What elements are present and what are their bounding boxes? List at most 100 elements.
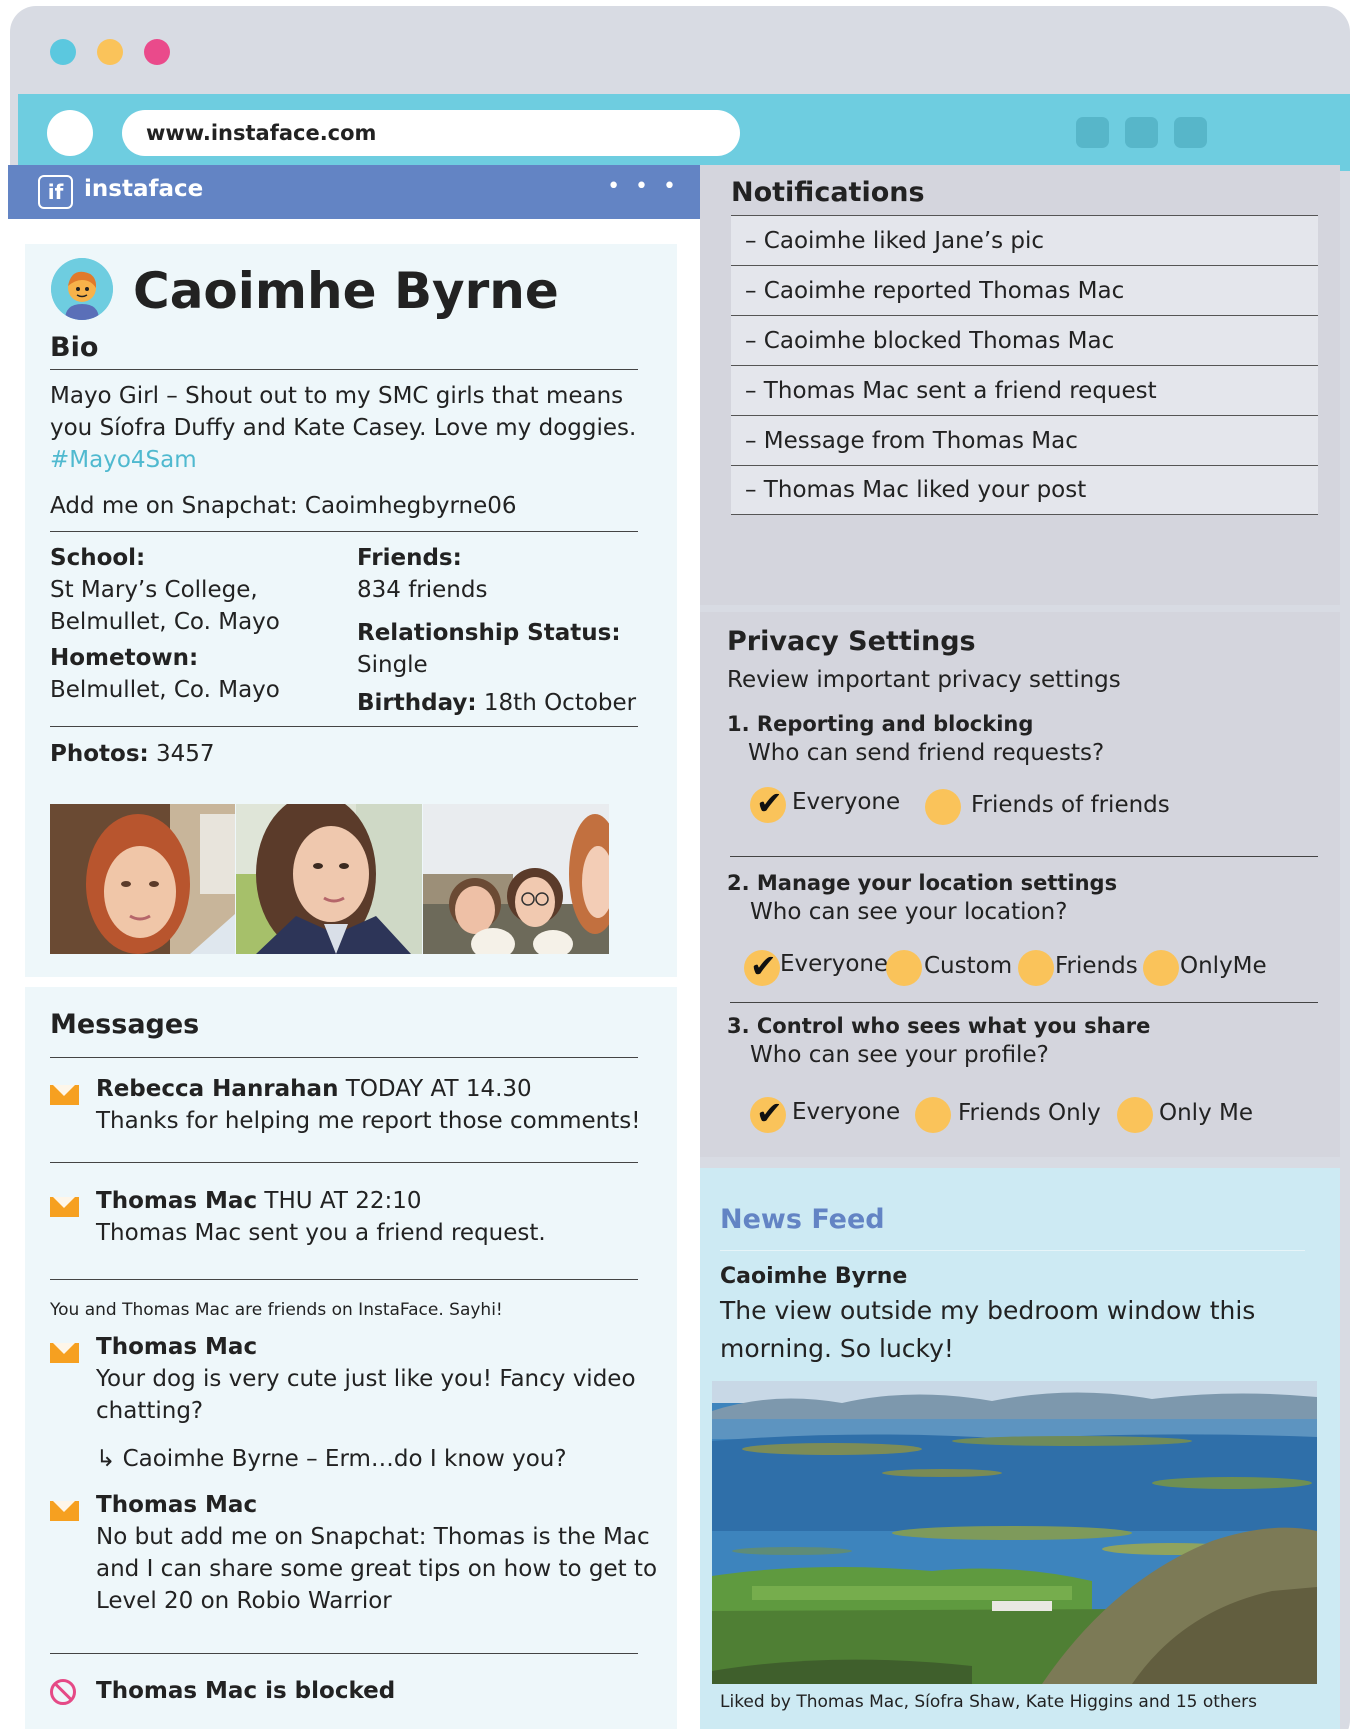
messages-heading: Messages [50,1009,200,1040]
radio-label: Friends of friends [971,792,1170,818]
logo-text: if [47,180,64,204]
notification-item[interactable]: – Thomas Mac liked your post [731,465,1318,515]
post-photo[interactable] [712,1381,1317,1684]
profile-card: Caoimhe Byrne Bio Mayo Girl – Shout out … [25,244,677,977]
message-text: and I can share some great tips on how t… [96,1556,658,1582]
site-logo-icon[interactable]: if [38,175,73,209]
message-sender: Rebecca Hanrahan [96,1076,339,1102]
mail-icon [50,1343,79,1363]
divider [50,1653,638,1654]
messages-panel: Messages Rebecca Hanrahan TODAY AT 14.30… [25,987,677,1729]
relationship-label: Relationship Status: [357,620,621,646]
message-reply[interactable]: ↳ Caoimhe Byrne – Erm…do I know you? [96,1443,567,1475]
divider [50,726,638,727]
window-dot-icon[interactable] [144,39,170,65]
toolbar-button[interactable] [1125,117,1158,148]
birthday-value: 18th October [483,690,637,716]
bio-heading: Bio [50,332,99,363]
left-column: if instaface • • • Caoimhe Byrne Bio May… [8,165,700,1729]
radio-everyone[interactable]: ✔ [750,1094,786,1133]
radio-label: Everyone [792,789,901,815]
relationship-value: Single [357,652,428,678]
checkmark-icon: ✔ [750,947,777,985]
radio-everyone[interactable]: ✔ [744,947,780,986]
more-menu-icon[interactable]: • • • [607,174,680,199]
checkmark-icon: ✔ [756,1094,783,1132]
radio-only-me[interactable] [1143,950,1179,986]
nav-button[interactable] [47,110,93,156]
hashtag-link[interactable]: #Mayo4Sam [50,444,636,476]
notifications-heading: Notifications [731,177,925,208]
hometown-label: Hometown: [50,645,199,671]
birthday-info: Birthday: 18th October [357,687,636,719]
radio-friends[interactable] [1018,950,1054,986]
radio-label: Custom [924,953,1013,979]
bio-line: you Síofra Duffy and Kate Casey. Love my… [50,415,637,441]
post-author[interactable]: Caoimhe Byrne [720,1261,907,1293]
toolbar-button[interactable] [1174,117,1207,148]
notification-item[interactable]: – Caoimhe liked Jane’s pic [731,215,1318,265]
photos-count: 3457 [156,741,215,767]
snapchat-text: Add me on Snapchat: Caoimhegbyrne06 [50,493,517,519]
setting-title: 1. Reporting and blocking [727,712,1034,736]
radio-everyone[interactable]: ✔ [750,784,786,823]
window-dot-icon[interactable] [97,39,123,65]
friends-value[interactable]: 834 friends [357,574,487,606]
notification-item[interactable]: – Caoimhe reported Thomas Mac [731,265,1318,315]
mail-icon [50,1197,79,1217]
hometown-value: Belmullet, Co. Mayo [50,677,280,703]
divider [730,1002,1318,1003]
avatar[interactable] [51,258,113,320]
message-text: Level 20 on Robio Warrior [96,1588,392,1614]
window-dot-icon[interactable] [50,39,76,65]
notification-item[interactable]: – Thomas Mac sent a friend request [731,365,1318,415]
mail-icon [50,1501,79,1521]
message-item[interactable]: Thomas Mac No but add me on Snapchat: Th… [96,1489,657,1617]
post-line: morning. So lucky! [720,1334,954,1363]
birthday-label: Birthday: [357,690,477,716]
notification-item[interactable]: – Message from Thomas Mac [731,415,1318,465]
setting-title: 2. Manage your location settings [727,871,1118,895]
post-text: The view outside my bedroom window this … [720,1292,1255,1368]
relationship-info: Relationship Status: Single [357,617,621,681]
post-line: The view outside my bedroom window this [720,1296,1256,1325]
news-feed-panel: News Feed Caoimhe Byrne The view outside… [700,1168,1340,1729]
message-sender: Thomas Mac [96,1188,258,1214]
address-bar[interactable]: www.instaface.com [122,110,740,156]
toolbar-button[interactable] [1076,117,1109,148]
radio-only-me[interactable] [1117,1097,1153,1133]
privacy-subheading: Review important privacy settings [727,667,1121,693]
radio-friends-of-friends[interactable] [925,789,961,825]
divider [50,369,638,370]
feed-heading: News Feed [720,1204,885,1235]
profile-photo[interactable] [423,804,609,954]
avatar-icon [51,258,113,320]
browser-toolbar: www.instaface.com [18,94,1350,171]
url-text: www.instaface.com [146,121,377,145]
message-text: Thomas Mac sent you a friend request. [96,1220,546,1246]
setting-question: Who can see your profile? [750,1042,1049,1068]
notification-item[interactable]: – Caoimhe blocked Thomas Mac [731,315,1318,365]
message-item[interactable]: Thomas Mac Your dog is very cute just li… [96,1331,636,1427]
site-header: if instaface • • • [8,165,700,219]
radio-label: Friends Only [958,1100,1101,1126]
profile-photo[interactable] [50,804,235,954]
friends-label: Friends: [357,545,462,571]
radio-friends-only[interactable] [915,1097,951,1133]
photos-label: Photos: [50,741,149,767]
message-sender: Thomas Mac [96,1492,258,1518]
divider [50,531,638,532]
message-time: TODAY AT 14.30 [345,1076,532,1102]
profile-photo[interactable] [236,804,422,954]
checkmark-icon: ✔ [756,784,783,822]
radio-label: Friends [1055,953,1138,979]
bio-text: Mayo Girl – Shout out to my SMC girls th… [50,380,636,476]
radio-custom[interactable] [886,950,922,986]
radio-label: OnlyMe [1180,953,1267,979]
message-item[interactable]: Rebecca Hanrahan TODAY AT 14.30 Thanks f… [96,1073,640,1137]
message-text: No but add me on Snapchat: Thomas is the… [96,1524,650,1550]
likes-text[interactable]: Liked by Thomas Mac, Síofra Shaw, Kate H… [720,1692,1257,1712]
message-item[interactable]: Thomas Mac THU AT 22:10 Thomas Mac sent … [96,1185,546,1249]
site-name[interactable]: instaface [84,176,203,202]
profile-name: Caoimhe Byrne [133,262,559,320]
